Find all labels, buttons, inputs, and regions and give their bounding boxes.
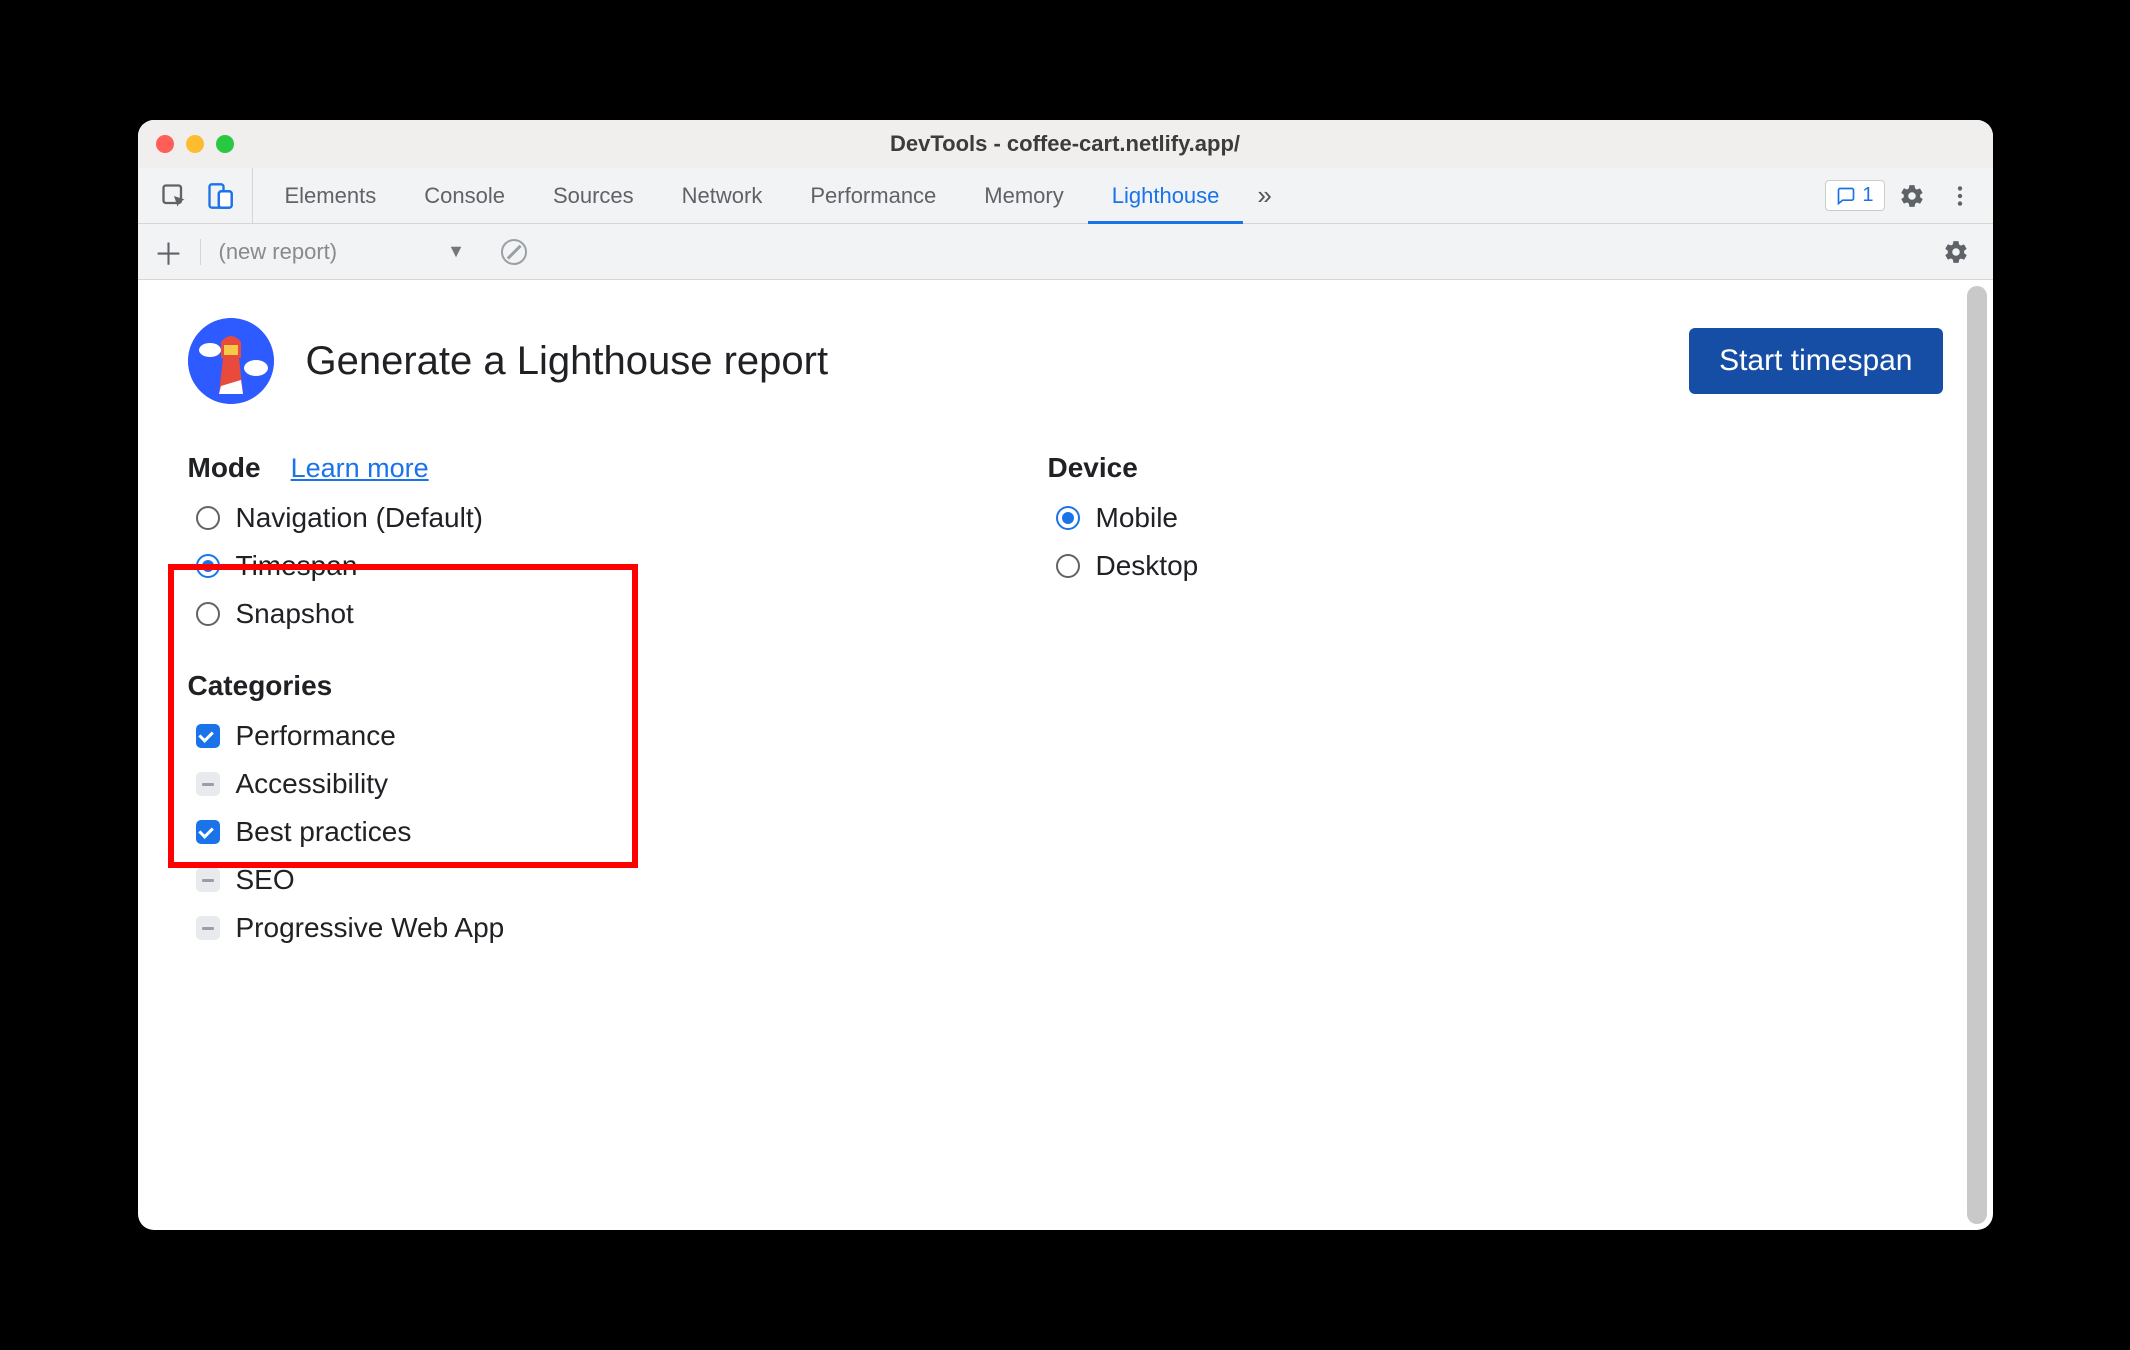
- option-label: Desktop: [1096, 550, 1199, 582]
- settings-icon[interactable]: [1891, 175, 1933, 217]
- lighthouse-settings-icon[interactable]: [1935, 231, 1977, 273]
- device-toolbar-icon[interactable]: [206, 182, 234, 210]
- category-seo[interactable]: SEO: [196, 864, 1048, 896]
- tab-elements[interactable]: Elements: [261, 168, 401, 223]
- mode-heading: Mode: [188, 452, 261, 484]
- category-best-practices[interactable]: Best practices: [196, 816, 1048, 848]
- radio-icon: [196, 506, 220, 530]
- checkbox-icon: [196, 772, 220, 796]
- devtools-window: DevTools - coffee-cart.netlify.app/ Elem…: [138, 120, 1993, 1230]
- report-dropdown-label: (new report): [219, 239, 338, 265]
- option-label: Navigation (Default): [236, 502, 483, 534]
- checkbox-icon: [196, 868, 220, 892]
- option-label: Snapshot: [236, 598, 354, 630]
- mode-section: Mode Learn more Navigation (Default) Tim…: [188, 452, 1048, 944]
- option-label: Accessibility: [236, 768, 388, 800]
- lighthouse-panel: Generate a Lighthouse report Start times…: [138, 280, 1993, 1230]
- category-performance[interactable]: Performance: [196, 720, 1048, 752]
- option-label: Timespan: [236, 550, 358, 582]
- option-label: Performance: [236, 720, 396, 752]
- option-label: Best practices: [236, 816, 412, 848]
- learn-more-link[interactable]: Learn more: [291, 453, 429, 484]
- page-title: Generate a Lighthouse report: [306, 339, 829, 384]
- tab-memory[interactable]: Memory: [960, 168, 1087, 223]
- dropdown-caret-icon: ▼: [447, 241, 465, 262]
- issues-badge[interactable]: 1: [1825, 180, 1884, 211]
- more-menu-icon[interactable]: [1939, 175, 1981, 217]
- radio-icon: [1056, 554, 1080, 578]
- radio-icon: [196, 554, 220, 578]
- vertical-scrollbar[interactable]: [1967, 286, 1987, 1224]
- lighthouse-logo-icon: [188, 318, 274, 404]
- checkbox-icon: [196, 916, 220, 940]
- checkbox-icon: [196, 820, 220, 844]
- option-label: Progressive Web App: [236, 912, 505, 944]
- category-pwa[interactable]: Progressive Web App: [196, 912, 1048, 944]
- tab-performance[interactable]: Performance: [786, 168, 960, 223]
- mode-option-navigation[interactable]: Navigation (Default): [196, 502, 1048, 534]
- tab-lighthouse[interactable]: Lighthouse: [1088, 168, 1244, 223]
- device-section: Device Mobile Desktop: [1048, 452, 1199, 944]
- categories-heading: Categories: [188, 670, 1048, 702]
- mode-option-snapshot[interactable]: Snapshot: [196, 598, 1048, 630]
- window-title: DevTools - coffee-cart.netlify.app/: [138, 131, 1993, 157]
- device-heading: Device: [1048, 452, 1138, 484]
- tab-network[interactable]: Network: [658, 168, 787, 223]
- titlebar: DevTools - coffee-cart.netlify.app/: [138, 120, 1993, 168]
- tab-sources[interactable]: Sources: [529, 168, 658, 223]
- clear-icon[interactable]: [501, 239, 527, 265]
- new-report-button[interactable]: ＋: [154, 230, 182, 274]
- device-option-mobile[interactable]: Mobile: [1056, 502, 1199, 534]
- option-label: Mobile: [1096, 502, 1178, 534]
- start-timespan-button[interactable]: Start timespan: [1689, 328, 1942, 394]
- lighthouse-toolbar: ＋ (new report) ▼: [138, 224, 1993, 280]
- tabs: Elements Console Sources Network Perform…: [253, 168, 1826, 223]
- option-label: SEO: [236, 864, 295, 896]
- category-accessibility[interactable]: Accessibility: [196, 768, 1048, 800]
- device-option-desktop[interactable]: Desktop: [1056, 550, 1199, 582]
- devtools-tabbar: Elements Console Sources Network Perform…: [138, 168, 1993, 224]
- tab-console[interactable]: Console: [400, 168, 529, 223]
- radio-icon: [1056, 506, 1080, 530]
- tabs-overflow-button[interactable]: »: [1243, 168, 1285, 223]
- inspect-element-icon[interactable]: [160, 182, 188, 210]
- checkbox-icon: [196, 724, 220, 748]
- issues-count: 1: [1862, 184, 1873, 207]
- radio-icon: [196, 602, 220, 626]
- report-dropdown[interactable]: (new report) ▼: [200, 239, 465, 265]
- mode-option-timespan[interactable]: Timespan: [196, 550, 1048, 582]
